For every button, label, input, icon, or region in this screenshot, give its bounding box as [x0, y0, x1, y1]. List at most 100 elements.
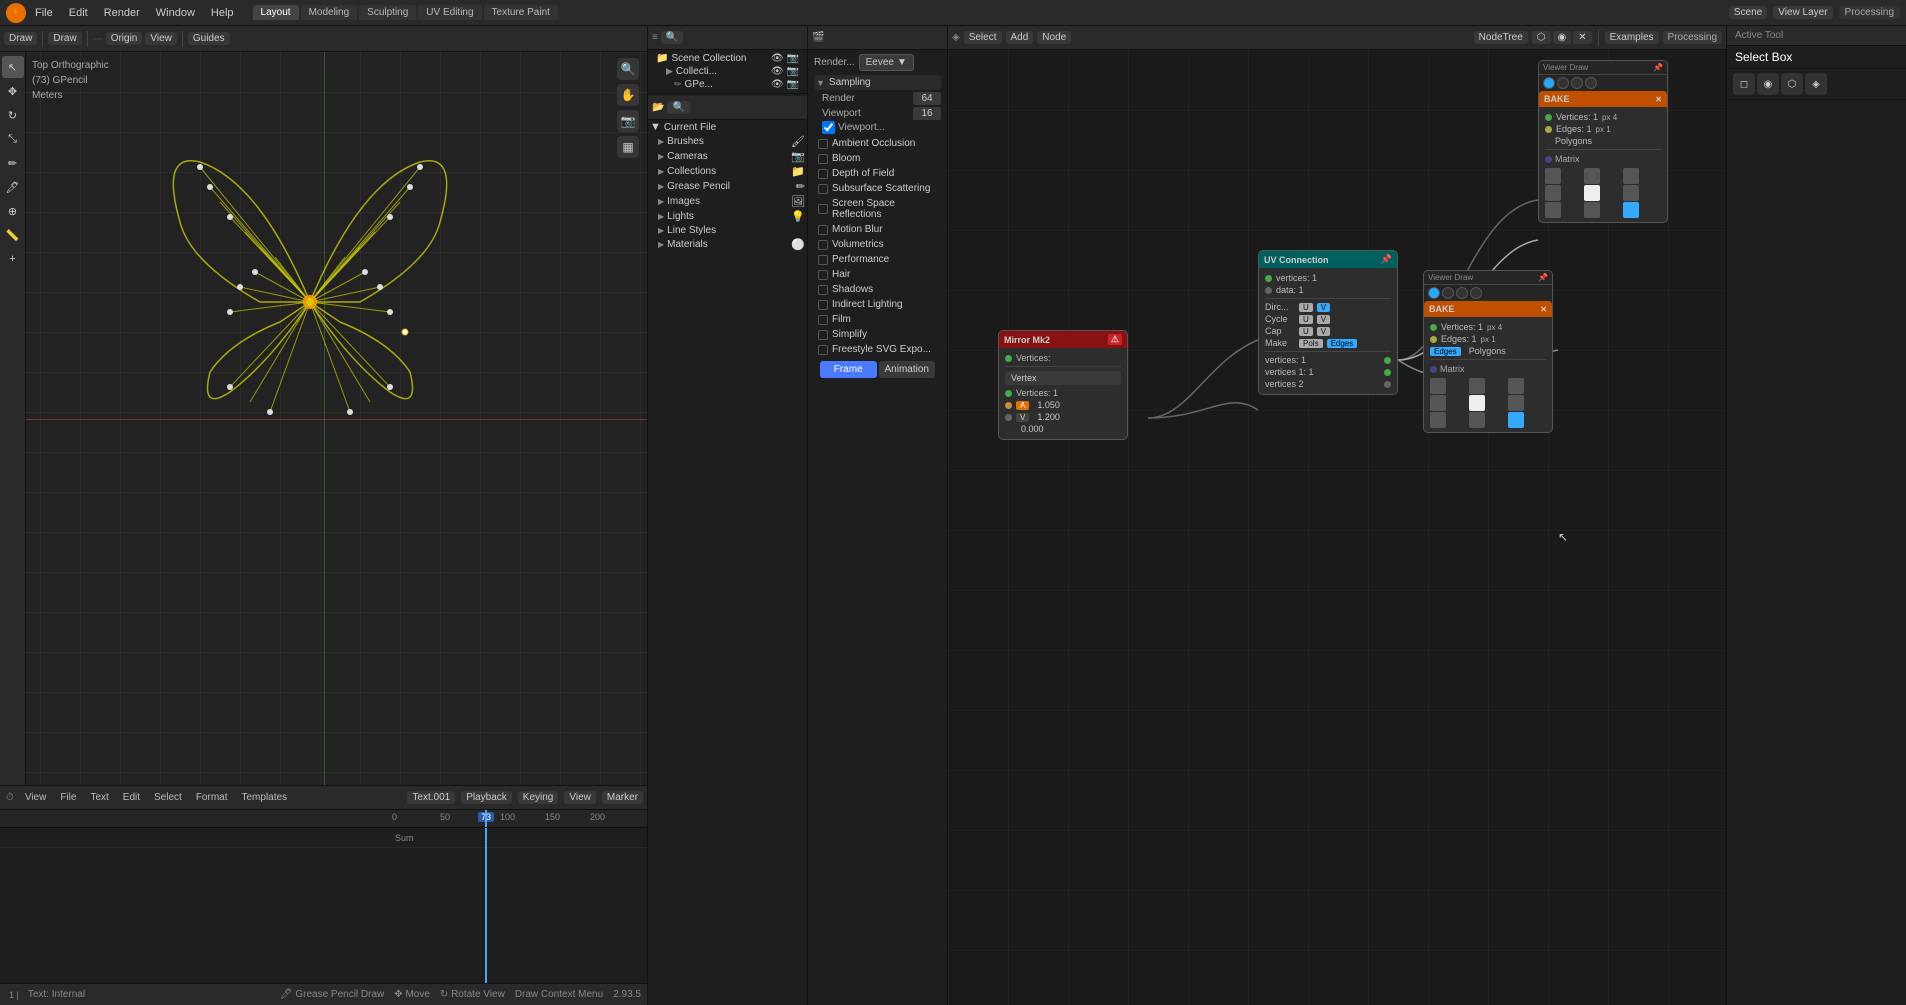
tool-rotate[interactable]: ↻ — [2, 104, 24, 126]
menu-help[interactable]: Help — [204, 5, 241, 21]
nav-camera[interactable]: 📷 — [617, 110, 639, 132]
file-current[interactable]: ▼ Current File — [648, 120, 807, 134]
render-engine-dropdown[interactable]: Eevee ▼ — [859, 54, 914, 71]
menu-file[interactable]: File — [28, 5, 60, 21]
freestyle-toggle[interactable] — [818, 345, 828, 355]
vd1-icon-3[interactable] — [1571, 77, 1583, 89]
viewport-denoising-check[interactable] — [822, 121, 835, 134]
effect-depth-of-field[interactable]: Depth of Field — [814, 166, 941, 181]
tl-select[interactable]: Select — [149, 791, 187, 804]
tl-object-name[interactable]: Text.001 — [407, 791, 455, 804]
sc-eye-icon[interactable]: 👁 — [771, 53, 784, 64]
tl-text[interactable]: Text — [85, 791, 113, 804]
tl-file[interactable]: File — [55, 791, 81, 804]
view-selector[interactable]: Draw — [48, 32, 81, 45]
effect-bloom[interactable]: Bloom — [814, 151, 941, 166]
ws-uv[interactable]: UV Editing — [418, 5, 481, 20]
sc-item-eye[interactable]: 👁 — [771, 66, 784, 77]
tool-transform[interactable]: ⊕ — [2, 200, 24, 222]
tl-edit[interactable]: Edit — [118, 791, 145, 804]
uv-dirc-u[interactable]: U — [1299, 303, 1313, 312]
sc-gpe-cam[interactable]: 📷 — [787, 79, 799, 90]
blender-logo[interactable]: 🔸 — [6, 3, 26, 23]
tl-view[interactable]: View — [20, 791, 52, 804]
vd1-icon-4[interactable] — [1585, 77, 1597, 89]
effect-ssr[interactable]: Screen Space Reflections — [814, 196, 941, 222]
sc-item-cam[interactable]: 📷 — [787, 66, 799, 77]
outliner-search[interactable]: 🔍 — [661, 31, 683, 44]
animation-button[interactable]: Animation — [879, 361, 936, 378]
vd1-close[interactable]: ✕ — [1655, 95, 1662, 104]
view-layer-selector[interactable]: View Layer — [1773, 6, 1832, 19]
sc-header[interactable]: 📁 Scene Collection 👁 📷 — [654, 52, 801, 65]
viewport-samples-val[interactable]: 16 — [913, 107, 941, 120]
node-examples-tab[interactable]: Examples — [1605, 31, 1659, 44]
vd1-icon-eye[interactable] — [1543, 77, 1555, 89]
mb-toggle[interactable] — [818, 225, 828, 235]
context-menu-btn[interactable]: Draw Context Menu — [515, 989, 603, 1000]
mode-selector[interactable]: Draw — [4, 32, 37, 45]
viewer-draw-node-2[interactable]: Viewer Draw 📌 BAKE ✕ Vertices: 1 — [1423, 270, 1553, 433]
atp-icon-hex[interactable]: ⬡ — [1781, 73, 1803, 95]
ao-toggle[interactable] — [818, 139, 828, 149]
scene-selector[interactable]: Scene — [1729, 6, 1767, 19]
node-toolbar-node[interactable]: Node — [1037, 31, 1071, 44]
ssr-toggle[interactable] — [818, 204, 828, 214]
effect-ambient-occlusion[interactable]: Ambient Occlusion — [814, 136, 941, 151]
viewport-canvas[interactable]: ↖ ✥ ↻ ⤡ ✏ 🖊 ⊕ 📏 + Top Orthographic (73) … — [0, 52, 647, 785]
file-brushes[interactable]: ▶ Brushes 🖌 — [648, 134, 807, 149]
tl-format[interactable]: Format — [191, 791, 233, 804]
status-gp-draw[interactable]: 🖊 Grease Pencil Draw — [280, 989, 384, 1000]
nav-grid[interactable]: ▦ — [617, 136, 639, 158]
vd1-icon-2[interactable] — [1557, 77, 1569, 89]
shadows-toggle[interactable] — [818, 285, 828, 295]
nav-zoom[interactable]: 🔍 — [617, 58, 639, 80]
file-gp[interactable]: ▶ Grease Pencil ✏ — [648, 179, 807, 194]
tool-move[interactable]: ✥ — [2, 80, 24, 102]
node-toolbar-select[interactable]: Select — [964, 31, 1002, 44]
uv-make-edges[interactable]: Edges — [1327, 339, 1358, 348]
tool-cursor[interactable]: ↖ — [2, 56, 24, 78]
tl-playback[interactable]: Playback — [461, 791, 512, 804]
uv-cap-u[interactable]: U — [1299, 327, 1313, 336]
file-cameras[interactable]: ▶ Cameras 📷 — [648, 149, 807, 164]
tl-templates[interactable]: Templates — [236, 791, 292, 804]
tool-add[interactable]: + — [2, 248, 24, 270]
simplify-toggle[interactable] — [818, 330, 828, 340]
node-toolbar-add[interactable]: Add — [1006, 31, 1034, 44]
node-canvas[interactable]: Mirror Mk2 ⚠ Vertices: Vertex Vertices: … — [948, 50, 1726, 1005]
effect-freestyle[interactable]: Freestyle SVG Expo... — [814, 342, 941, 357]
node-toggle-2[interactable]: ◉ — [1553, 31, 1572, 44]
ws-sculpting[interactable]: Sculpting — [359, 5, 416, 20]
sc-gpe-item[interactable]: ✏ GPe... 👁 📷 — [654, 78, 801, 91]
film-toggle[interactable] — [818, 315, 828, 325]
vd2-icon-3[interactable] — [1456, 287, 1468, 299]
ws-texture[interactable]: Texture Paint — [484, 5, 558, 20]
effect-shadows[interactable]: Shadows — [814, 282, 941, 297]
dof-toggle[interactable] — [818, 169, 828, 179]
ws-layout[interactable]: Layout — [253, 5, 299, 20]
atp-icon-circle[interactable]: ◉ — [1757, 73, 1779, 95]
origin-selector[interactable]: Origin — [106, 32, 143, 45]
menu-edit[interactable]: Edit — [62, 5, 95, 21]
file-search[interactable]: 🔍 — [667, 101, 689, 114]
sss-toggle[interactable] — [818, 184, 828, 194]
bloom-toggle[interactable] — [818, 154, 828, 164]
frame-button[interactable]: Frame — [820, 361, 877, 378]
menu-window[interactable]: Window — [149, 5, 202, 21]
atp-icon-lasso[interactable]: ◈ — [1805, 73, 1827, 95]
node-close[interactable]: ✕ — [1573, 31, 1591, 44]
vd2-close[interactable]: ✕ — [1540, 305, 1547, 314]
effect-film[interactable]: Film — [814, 312, 941, 327]
status-rotate[interactable]: ↻ Rotate View — [440, 989, 505, 1000]
uv-cycle-u[interactable]: U — [1299, 315, 1313, 324]
uv-dirc-v[interactable]: V — [1317, 303, 1330, 312]
tool-measure[interactable]: 📏 — [2, 224, 24, 246]
vd2-icon-4[interactable] — [1470, 287, 1482, 299]
timeline-content[interactable]: Sum — [0, 828, 647, 983]
tool-annotate[interactable]: 🖊 — [2, 176, 24, 198]
file-linestyles[interactable]: ▶ Line Styles — [648, 224, 807, 237]
ws-modeling[interactable]: Modeling — [301, 5, 358, 20]
menu-render[interactable]: Render — [97, 5, 147, 21]
file-images[interactable]: ▶ Images 🖼 — [648, 194, 807, 209]
